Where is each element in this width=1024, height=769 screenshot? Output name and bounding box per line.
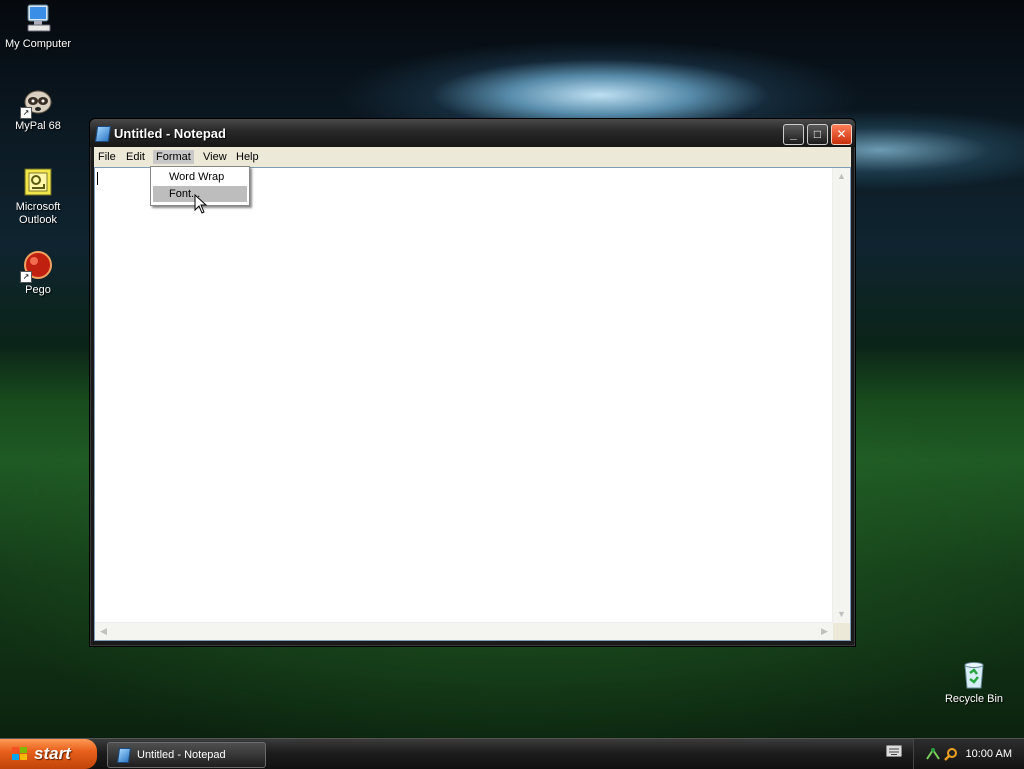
window-titlebar[interactable]: Untitled - Notepad _ □ ✕ — [90, 119, 855, 147]
shortcut-arrow-icon: ↗ — [20, 107, 32, 119]
desktop-icon-label: My Computer — [4, 38, 72, 50]
system-tray: 10:00 AM — [913, 739, 1024, 769]
desktop-icon-label: Microsoft Outlook — [15, 201, 61, 226]
network-icon[interactable] — [926, 747, 940, 761]
taskbar-button-notepad[interactable]: Untitled - Notepad — [107, 742, 266, 768]
desktop-icon-label: Recycle Bin — [944, 693, 1004, 705]
windows-logo-icon — [12, 747, 27, 760]
scroll-up-icon[interactable]: ▲ — [833, 168, 850, 185]
taskbar: start Untitled - Notepad 10:00 AM — [0, 738, 1024, 769]
desktop-icon-mypal[interactable]: ↗ MyPal 68 — [0, 85, 76, 133]
my-computer-icon — [22, 3, 54, 35]
menu-format[interactable]: Format — [153, 150, 194, 164]
mouse-cursor-icon — [194, 194, 208, 214]
start-label: start — [34, 744, 71, 763]
horizontal-scrollbar[interactable]: ◀ ▶ — [95, 622, 833, 640]
resize-grip-icon[interactable] — [833, 623, 850, 640]
desktop-icon-pego[interactable]: ↗ Pego — [0, 249, 76, 297]
minimize-icon: _ — [790, 127, 797, 141]
taskbar-button-label: Untitled - Notepad — [137, 749, 226, 761]
desktop-icon-my-computer[interactable]: My Computer — [0, 3, 76, 51]
shortcut-arrow-icon: ↗ — [20, 271, 32, 283]
pego-icon: ↗ — [20, 249, 54, 283]
menu-edit[interactable]: Edit — [123, 150, 148, 164]
start-button[interactable]: start — [0, 739, 97, 769]
desktop-icon-outlook[interactable]: Microsoft Outlook — [0, 166, 76, 227]
text-caret — [97, 172, 98, 185]
desktop-icon-label: Pego — [25, 284, 51, 296]
menu-bar: File Edit Format View Help — [94, 147, 851, 167]
outlook-icon — [22, 166, 54, 198]
text-editor[interactable]: ▲ ▼ ◀ ▶ — [94, 167, 851, 641]
vertical-scrollbar[interactable]: ▲ ▼ — [832, 168, 850, 623]
minimize-button[interactable]: _ — [783, 124, 804, 145]
close-button[interactable]: ✕ — [831, 124, 852, 145]
keyboard-icon[interactable] — [886, 745, 902, 757]
notepad-icon — [94, 126, 112, 142]
menu-view[interactable]: View — [200, 150, 230, 164]
scroll-right-icon[interactable]: ▶ — [816, 623, 833, 640]
window-title: Untitled - Notepad — [114, 126, 226, 141]
desktop-icon-recycle-bin[interactable]: Recycle Bin — [936, 658, 1012, 706]
maximize-button[interactable]: □ — [807, 124, 828, 145]
desktop-icon-label: MyPal 68 — [15, 120, 61, 132]
menu-item-word-wrap[interactable]: Word Wrap — [153, 169, 247, 185]
notepad-icon — [116, 748, 132, 763]
menu-file[interactable]: File — [95, 150, 119, 164]
close-icon: ✕ — [836, 127, 847, 141]
search-icon[interactable] — [944, 747, 958, 761]
scroll-down-icon[interactable]: ▼ — [833, 606, 850, 623]
scroll-left-icon[interactable]: ◀ — [95, 623, 112, 640]
maximize-icon: □ — [813, 127, 822, 141]
clock[interactable]: 10:00 AM — [966, 739, 1012, 769]
recycle-bin-icon — [958, 658, 990, 690]
menu-help[interactable]: Help — [233, 150, 262, 164]
mypal-browser-icon: ↗ — [20, 85, 54, 119]
